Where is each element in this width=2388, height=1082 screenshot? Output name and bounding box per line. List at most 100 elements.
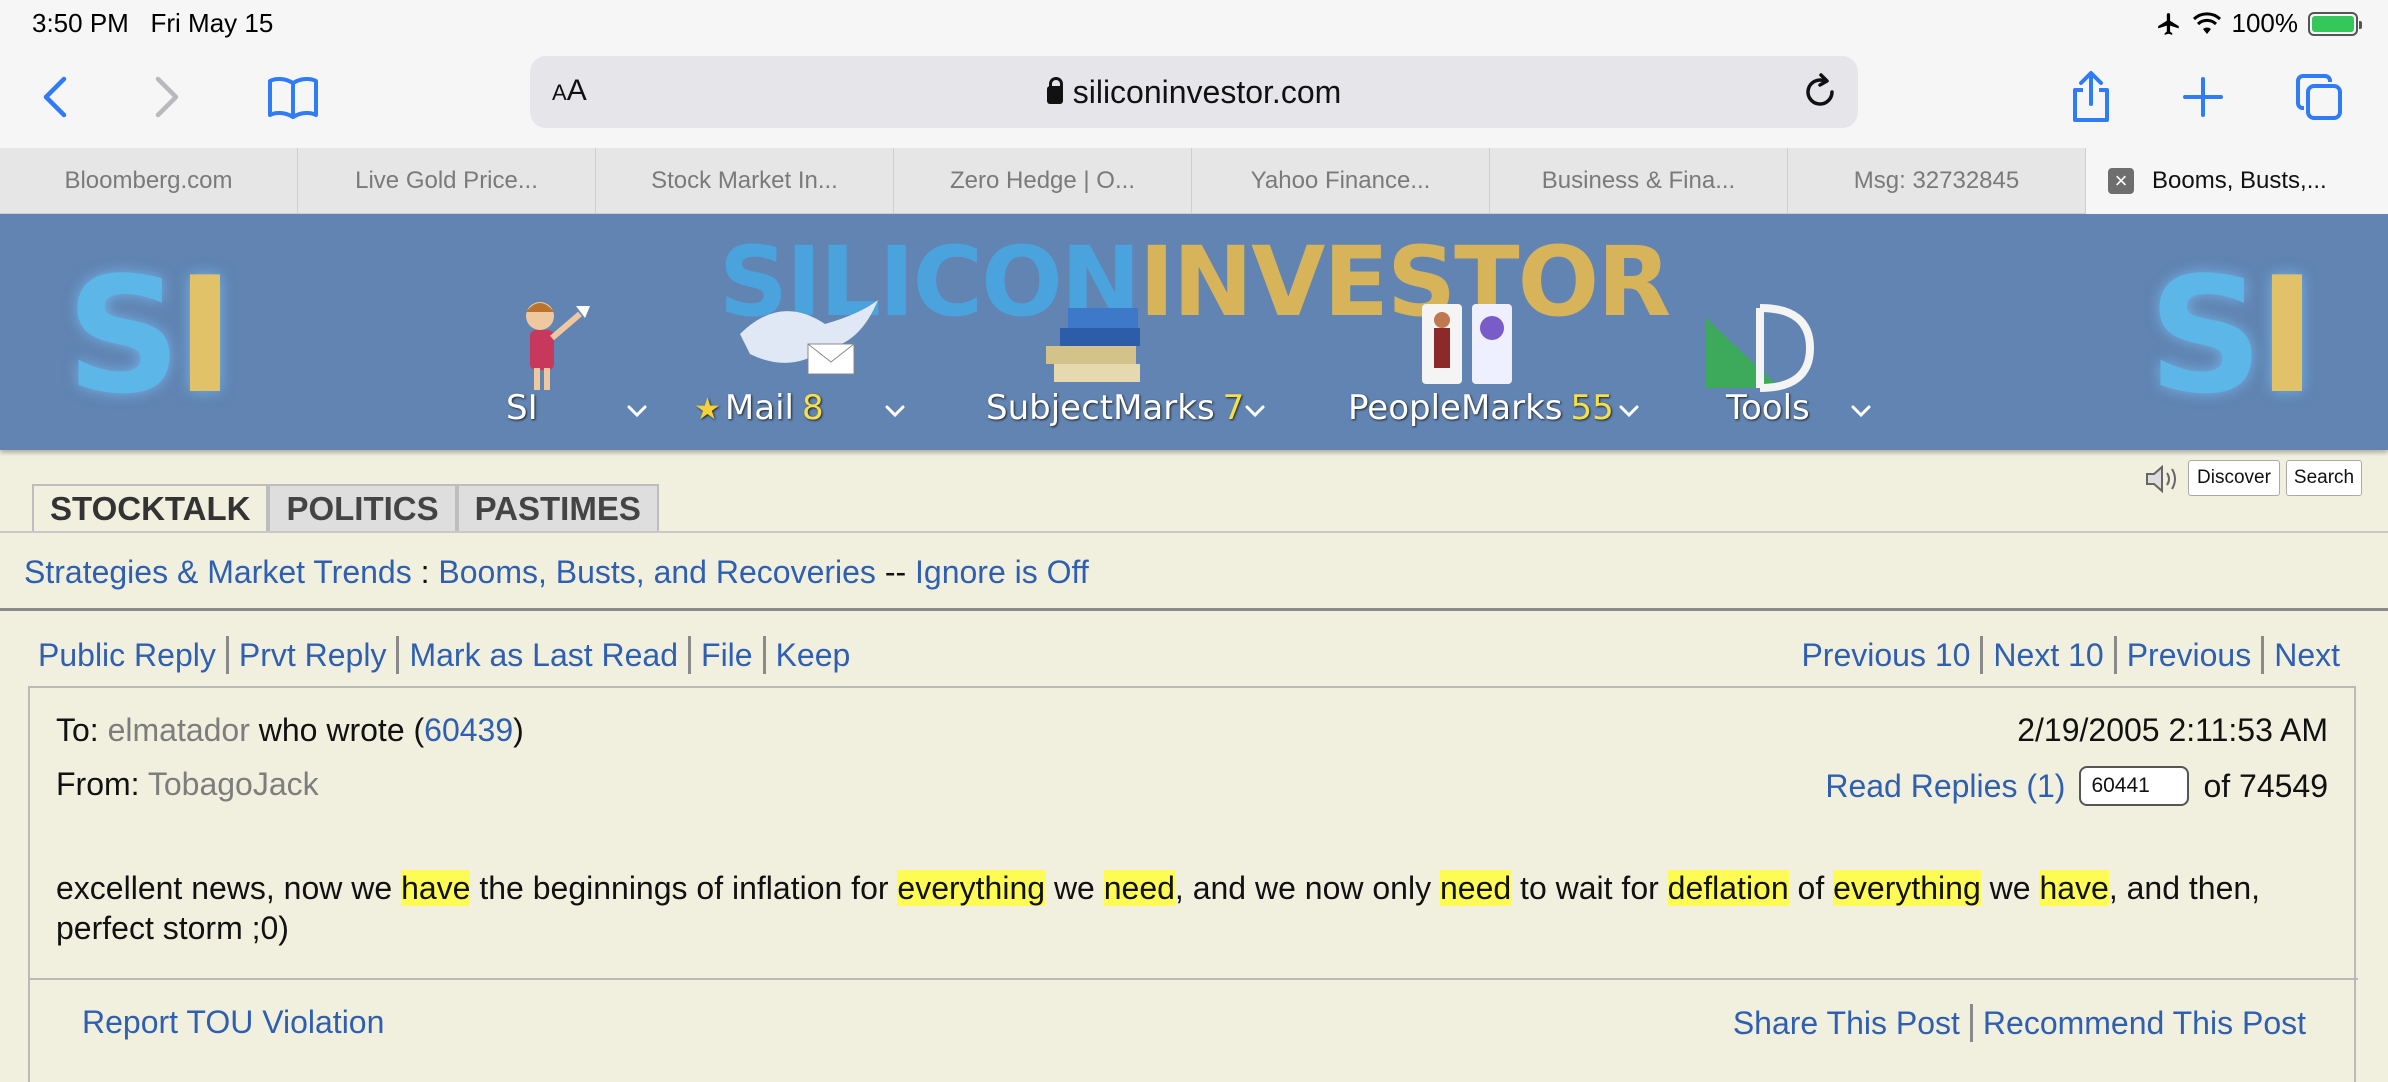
browser-tab-active[interactable]: × Booms, Busts,... bbox=[2086, 148, 2388, 214]
back-button[interactable] bbox=[20, 62, 90, 132]
status-time: 3:50 PM Fri May 15 bbox=[32, 8, 273, 39]
close-tab-icon[interactable]: × bbox=[2108, 168, 2134, 194]
breadcrumb-thread-link[interactable]: Booms, Busts, and Recoveries bbox=[438, 554, 876, 590]
tab-pastimes[interactable]: PASTIMES bbox=[456, 484, 659, 532]
previous-10-link[interactable]: Previous 10 bbox=[1801, 637, 1970, 674]
highlighted-term: deflation bbox=[1667, 870, 1789, 906]
chevron-down-icon[interactable] bbox=[1848, 398, 1874, 424]
tab-stocktalk[interactable]: STOCKTALK bbox=[32, 484, 269, 532]
chevron-down-icon[interactable] bbox=[624, 398, 650, 424]
message-number-input[interactable] bbox=[2079, 766, 2190, 806]
report-tou-link[interactable]: Report TOU Violation bbox=[82, 1004, 384, 1041]
chevron-right-icon bbox=[155, 76, 179, 118]
menu-peoplemarks[interactable]: PeopleMarks 55 bbox=[1348, 388, 1614, 428]
next-10-link[interactable]: Next 10 bbox=[1993, 637, 2103, 674]
tools-set-square-icon bbox=[1706, 304, 1815, 392]
browser-tab[interactable]: Yahoo Finance... bbox=[1192, 148, 1490, 214]
menu-mail[interactable]: ★ Mail 8 bbox=[694, 388, 824, 428]
browser-tab[interactable]: Msg: 32732845 bbox=[1788, 148, 2086, 214]
divider bbox=[30, 978, 2358, 980]
share-post-link[interactable]: Share This Post bbox=[1733, 1005, 1960, 1042]
read-replies-link[interactable]: Read Replies (1) bbox=[1825, 768, 2065, 805]
menu-tools[interactable]: Tools bbox=[1726, 388, 1810, 428]
reply-to-message-link[interactable]: 60439 bbox=[424, 712, 513, 748]
file-link[interactable]: File bbox=[701, 637, 753, 674]
message-total: of 74549 bbox=[2203, 767, 2328, 804]
highlighted-term: everything bbox=[1833, 870, 1981, 906]
browser-tab[interactable]: Bloomberg.com bbox=[0, 148, 298, 214]
highlighted-term: need bbox=[1103, 870, 1175, 906]
chevron-down-icon[interactable] bbox=[1616, 398, 1642, 424]
forward-button[interactable] bbox=[132, 62, 202, 132]
speaker-icon[interactable] bbox=[2144, 464, 2180, 494]
reload-icon[interactable] bbox=[1800, 72, 1840, 112]
mark-last-read-link[interactable]: Mark as Last Read bbox=[409, 637, 678, 674]
divider bbox=[0, 608, 2388, 611]
menu-si-label: SI bbox=[506, 388, 538, 428]
breadcrumb: Strategies & Market Trends : Booms, Bust… bbox=[24, 554, 1089, 591]
search-label: Search bbox=[2293, 467, 2355, 488]
breadcrumb-parent-link[interactable]: Strategies & Market Trends bbox=[24, 554, 412, 590]
message-actions: Public Reply Prvt Reply Mark as Last Rea… bbox=[38, 636, 850, 674]
public-reply-link[interactable]: Public Reply bbox=[38, 637, 216, 674]
browser-tab[interactable]: Stock Market In... bbox=[596, 148, 894, 214]
people-cards-icon bbox=[1422, 304, 1512, 384]
wifi-icon bbox=[2192, 11, 2221, 34]
mail-dove-icon bbox=[740, 300, 878, 375]
discover-button[interactable]: Discover bbox=[2188, 460, 2280, 496]
tab-pastimes-label: PASTIMES bbox=[474, 490, 641, 527]
tab-title: Live Gold Price... bbox=[355, 167, 538, 194]
tabs-overview-button[interactable] bbox=[2284, 62, 2354, 132]
browser-tab[interactable]: Live Gold Price... bbox=[298, 148, 596, 214]
message-from-line: From: TobagoJack bbox=[56, 766, 319, 803]
recommend-post-link[interactable]: Recommend This Post bbox=[1983, 1005, 2306, 1042]
tab-title: Booms, Busts,... bbox=[2152, 167, 2327, 194]
recipient-link[interactable]: elmatador bbox=[108, 712, 250, 748]
site-wordmark[interactable]: SILICONINVESTOR bbox=[0, 226, 2388, 338]
menu-peoplemarks-label: PeopleMarks bbox=[1348, 388, 1563, 428]
tab-title: Zero Hedge | O... bbox=[950, 167, 1135, 194]
browser-tab[interactable]: Zero Hedge | O... bbox=[894, 148, 1192, 214]
chevron-down-icon[interactable] bbox=[882, 398, 908, 424]
separator bbox=[396, 636, 400, 674]
close-paren: ) bbox=[513, 712, 524, 748]
next-link[interactable]: Next bbox=[2274, 637, 2340, 674]
body-text: , and we now only bbox=[1174, 870, 1440, 906]
clock-date: Fri May 15 bbox=[150, 8, 274, 38]
separator bbox=[1969, 1004, 1973, 1042]
menu-subjectmarks[interactable]: SubjectMarks 7 bbox=[986, 388, 1244, 428]
tab-politics[interactable]: POLITICS bbox=[268, 484, 457, 532]
browser-tab-bar: Bloomberg.com Live Gold Price... Stock M… bbox=[0, 148, 2388, 214]
separator bbox=[688, 636, 692, 674]
breadcrumb-dash: -- bbox=[875, 554, 916, 590]
lock-icon bbox=[1046, 77, 1063, 104]
battery-icon bbox=[2308, 11, 2362, 36]
browser-tab[interactable]: Business & Fina... bbox=[1490, 148, 1788, 214]
search-button[interactable]: Search bbox=[2286, 460, 2362, 496]
status-bar: 3:50 PM Fri May 15 100% bbox=[0, 0, 2388, 50]
message-panel: To: elmatador who wrote (60439) From: To… bbox=[28, 686, 2358, 1082]
ignore-toggle-link[interactable]: Ignore is Off bbox=[915, 554, 1089, 590]
highlighted-term: have bbox=[401, 870, 471, 906]
status-indicators: 100% bbox=[2156, 8, 2362, 39]
previous-link[interactable]: Previous bbox=[2127, 637, 2252, 674]
chevron-down-icon[interactable] bbox=[1242, 398, 1268, 424]
share-button[interactable] bbox=[2056, 62, 2126, 132]
tabs-icon bbox=[2296, 74, 2342, 120]
private-reply-link[interactable]: Prvt Reply bbox=[239, 637, 387, 674]
highlighted-term: have bbox=[2039, 870, 2109, 906]
address-bar[interactable]: AA siliconinvestor.com bbox=[530, 56, 1858, 128]
keep-link[interactable]: Keep bbox=[776, 637, 851, 674]
url-text: siliconinvestor.com bbox=[1072, 74, 1342, 110]
plus-icon bbox=[2183, 77, 2223, 117]
menu-tools-label: Tools bbox=[1726, 388, 1810, 428]
bookmarks-button[interactable] bbox=[258, 62, 328, 132]
star-icon: ★ bbox=[694, 392, 721, 427]
discover-label: Discover bbox=[2197, 467, 2271, 488]
body-text: of bbox=[1788, 870, 1834, 906]
menu-si[interactable]: SI bbox=[506, 388, 538, 428]
new-tab-button[interactable] bbox=[2168, 62, 2238, 132]
url-display: siliconinvestor.com bbox=[530, 74, 1858, 111]
separator bbox=[2113, 636, 2117, 674]
author-link[interactable]: TobagoJack bbox=[148, 766, 319, 802]
